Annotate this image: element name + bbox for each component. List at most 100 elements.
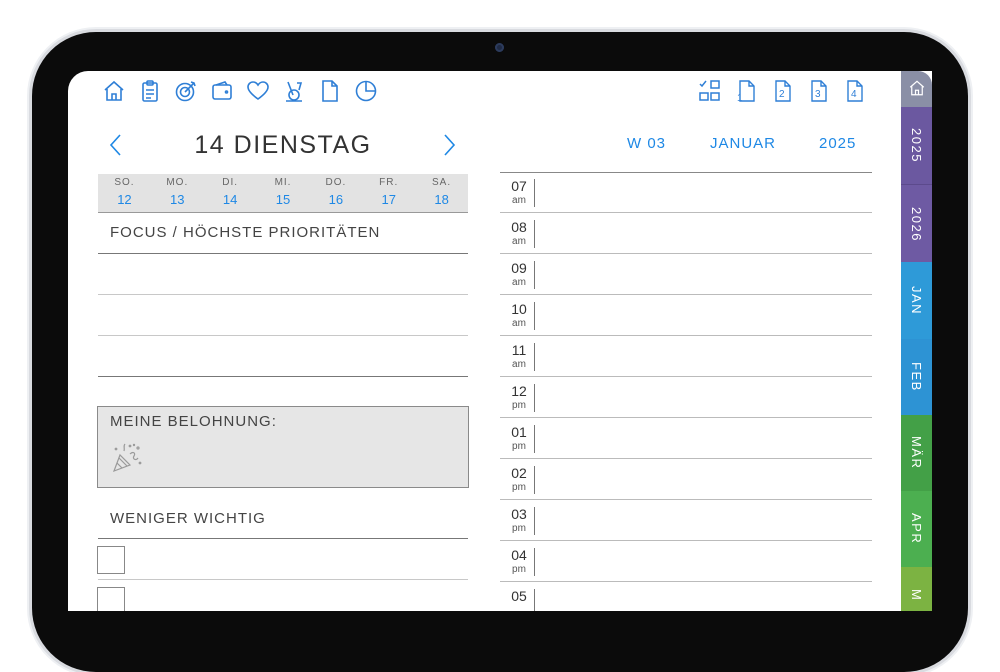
- week-day-link[interactable]: SA. 18: [415, 174, 468, 212]
- main-toolbar: [102, 79, 378, 103]
- hour-slot[interactable]: 02 pm: [500, 460, 872, 500]
- hour-label: 09: [511, 260, 527, 276]
- hour-line: [500, 294, 872, 295]
- hour-line: [500, 499, 872, 500]
- week-link[interactable]: W 03: [627, 135, 666, 152]
- hour-slot[interactable]: 11 am: [500, 337, 872, 377]
- tab-apr[interactable]: APR: [901, 491, 932, 567]
- hour-label: 05: [511, 588, 527, 604]
- document-icon[interactable]: [318, 79, 342, 103]
- tab-mai[interactable]: M: [901, 567, 932, 611]
- hour-divider: [534, 343, 535, 371]
- task-line[interactable]: [98, 579, 468, 580]
- week-day-link[interactable]: DI. 14: [204, 174, 257, 212]
- hour-slot[interactable]: 04 pm: [500, 542, 872, 582]
- focus-title: FOCUS / HÖCHSTE PRIORITÄTEN: [110, 224, 381, 241]
- hour-label: 12: [511, 383, 527, 399]
- week-day-link[interactable]: SO. 12: [98, 174, 151, 212]
- weekday-date: 13: [170, 192, 185, 207]
- hour-line: [500, 212, 872, 213]
- less-important-rule: [98, 538, 468, 539]
- tab-maer[interactable]: MÄR: [901, 415, 932, 491]
- tab-label: 2026: [909, 206, 924, 242]
- hour-slot[interactable]: 01 pm: [500, 419, 872, 459]
- tab-label: M: [909, 589, 924, 602]
- month-link[interactable]: JANUAR: [710, 135, 776, 152]
- hour-label: 08: [511, 219, 527, 235]
- hour-divider: [534, 425, 535, 453]
- ampm-label: pm: [512, 400, 526, 411]
- wallet-icon[interactable]: [210, 79, 234, 103]
- chevron-right-icon[interactable]: [439, 131, 459, 159]
- task-checkbox[interactable]: [97, 546, 125, 574]
- hour-slot[interactable]: 08 am: [500, 214, 872, 254]
- week-day-link[interactable]: DO. 16: [309, 174, 362, 212]
- page-4-icon[interactable]: 4: [842, 79, 866, 103]
- planner-screen: 1 2 3 4 14 DIENSTAG W 03 JANUAR 2025 SO.…: [68, 71, 932, 611]
- weekday-date: 14: [222, 192, 238, 207]
- hour-slot[interactable]: 07 am: [500, 173, 872, 213]
- target-icon[interactable]: [174, 79, 198, 103]
- hour-divider: [534, 466, 535, 494]
- home-icon[interactable]: [102, 79, 126, 103]
- hour-divider: [534, 384, 535, 412]
- tab-feb[interactable]: FEB: [901, 339, 932, 415]
- hour-line: [500, 335, 872, 336]
- hour-label: 02: [511, 465, 527, 481]
- reward-box[interactable]: MEINE BELOHNUNG:: [97, 406, 469, 488]
- year-link[interactable]: 2025: [819, 135, 856, 152]
- page-3-icon[interactable]: 3: [806, 79, 830, 103]
- page-number: 2: [779, 89, 785, 100]
- focus-line-3[interactable]: [98, 376, 468, 377]
- heart-icon[interactable]: [246, 79, 270, 103]
- pie-chart-icon[interactable]: [354, 79, 378, 103]
- weekday-name: SA.: [432, 177, 452, 188]
- week-day-link[interactable]: FR. 17: [362, 174, 415, 212]
- home-icon: [908, 79, 926, 100]
- hour-label: 11: [511, 342, 527, 358]
- weekday-name: FR.: [379, 177, 399, 188]
- hour-slot[interactable]: 10 am: [500, 296, 872, 336]
- week-strip: SO. 12 MO. 13 DI. 14 MI. 15 DO. 16 FR. 17 SA. 1…: [98, 174, 468, 213]
- hour-label: 04: [511, 547, 527, 563]
- side-tabs: 2025 2026 JAN FEB MÄR APR M: [901, 71, 932, 611]
- weekday-name: MO.: [166, 177, 189, 188]
- focus-line-2[interactable]: [98, 335, 468, 336]
- hour-label: 07: [511, 178, 527, 194]
- page-number: 4: [851, 89, 857, 100]
- hour-slot[interactable]: 09 am: [500, 255, 872, 295]
- grid-check-icon[interactable]: [698, 79, 722, 103]
- hour-slot[interactable]: 12 pm: [500, 378, 872, 418]
- week-day-link[interactable]: MI. 15: [257, 174, 310, 212]
- ampm-label: am: [512, 236, 526, 247]
- tab-home[interactable]: [901, 71, 932, 107]
- tab-label: APR: [909, 513, 924, 545]
- focus-line-1[interactable]: [98, 294, 468, 295]
- hour-line: [500, 376, 872, 377]
- task-checkbox[interactable]: [97, 587, 125, 611]
- clipboard-icon[interactable]: [138, 79, 162, 103]
- weekday-date: 15: [275, 192, 291, 207]
- chevron-left-icon[interactable]: [106, 131, 126, 159]
- week-day-link[interactable]: MO. 13: [151, 174, 204, 212]
- weekday-date: 17: [381, 192, 396, 207]
- reward-title: MEINE BELOHNUNG:: [110, 413, 277, 430]
- hour-line: [500, 581, 872, 582]
- tab-2025[interactable]: 2025: [901, 107, 932, 184]
- tab-jan[interactable]: JAN: [901, 262, 932, 339]
- ampm-label: am: [512, 195, 526, 206]
- page-number: 1: [737, 93, 743, 103]
- tab-2026[interactable]: 2026: [901, 184, 932, 263]
- hour-divider: [534, 302, 535, 330]
- page-2-icon[interactable]: 2: [770, 79, 794, 103]
- hour-slot[interactable]: 03 pm: [500, 501, 872, 541]
- hour-label: 01: [511, 424, 527, 440]
- focus-rule: [98, 253, 468, 254]
- tab-label: FEB: [909, 362, 924, 392]
- bicycle-icon[interactable]: [282, 79, 306, 103]
- hour-label: 03: [511, 506, 527, 522]
- hour-divider: [534, 589, 535, 611]
- page-1-icon[interactable]: 1: [734, 79, 758, 103]
- hour-slot[interactable]: 05: [500, 583, 872, 611]
- page-number: 3: [815, 89, 821, 100]
